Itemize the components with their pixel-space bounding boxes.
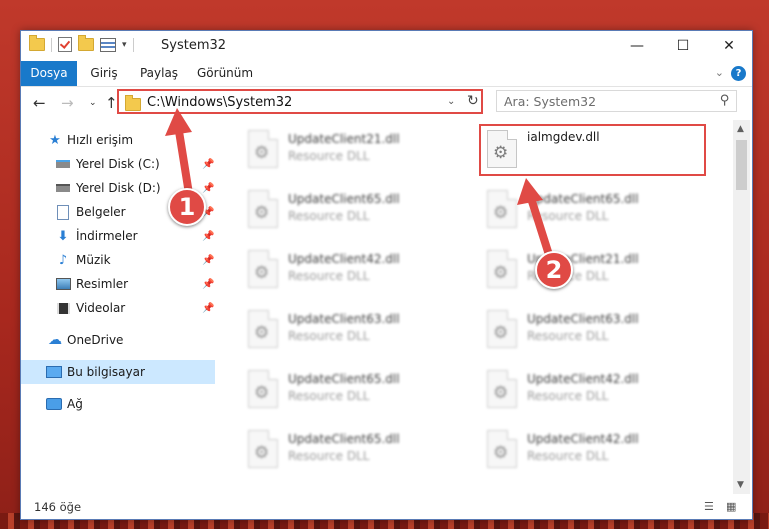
annotation-overlay: [165, 108, 554, 262]
annotation-arrow-2: [526, 191, 554, 262]
step-badge-2: 2: [535, 251, 573, 289]
annotation-arrowhead-1: [165, 108, 192, 136]
annotation-arrowhead-2: [517, 178, 543, 205]
step-badge-1: 1: [168, 188, 206, 226]
